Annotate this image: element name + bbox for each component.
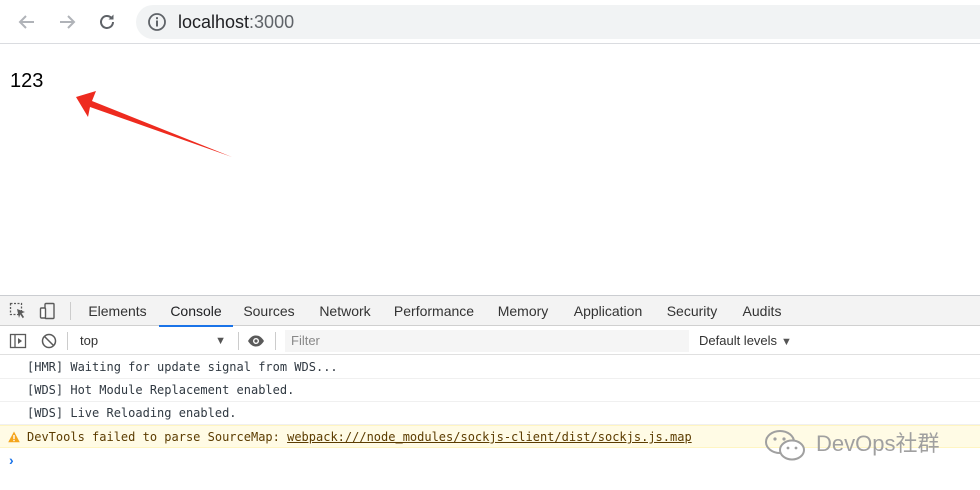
filterbar-divider [238, 332, 239, 350]
log-levels-select[interactable]: Default levels ▼ [699, 330, 792, 352]
dropdown-caret-icon: ▼ [781, 336, 792, 348]
watermark-text: DevOps社群 [816, 431, 940, 456]
console-message: [WDS] Live Reloading enabled. [0, 402, 980, 425]
context-select[interactable]: top ▼ [72, 330, 232, 352]
clear-console-icon[interactable] [40, 332, 58, 350]
device-toolbar-icon[interactable] [39, 302, 57, 320]
prompt-chevron-icon: › [9, 452, 14, 468]
page-viewport: 123 [0, 45, 980, 295]
filterbar-divider [275, 332, 276, 350]
inspect-element-icon[interactable] [9, 302, 27, 320]
context-value: top [80, 333, 99, 348]
back-button[interactable] [14, 9, 40, 35]
tab-application[interactable]: Application [566, 296, 650, 326]
arrow-left-icon [18, 15, 34, 29]
dropdown-caret-icon: ▼ [215, 335, 226, 347]
log-levels-value: Default levels [699, 333, 778, 348]
reload-button[interactable] [94, 9, 120, 35]
address-bar[interactable]: localhost:3000 [136, 5, 980, 39]
url-text[interactable]: localhost:3000 [178, 11, 294, 33]
console-filterbar: top ▼ Filter Default levels ▼ [0, 327, 980, 355]
toolbar-divider [70, 302, 71, 320]
console-message: [WDS] Hot Module Replacement enabled. [0, 379, 980, 402]
sourcemap-link[interactable]: webpack:///node_modules/sockjs-client/di… [287, 430, 692, 444]
eye-icon[interactable] [247, 332, 265, 350]
console-message: [HMR] Waiting for update signal from WDS… [0, 356, 980, 379]
tab-network[interactable]: Network [307, 296, 383, 326]
devtools-panel: Elements Console Sources Network Perform… [0, 295, 980, 490]
url-host: localhost [178, 12, 250, 32]
info-icon[interactable] [147, 12, 167, 32]
filter-input[interactable]: Filter [285, 330, 689, 352]
annotation-arrow [76, 91, 232, 157]
arrow-right-icon [60, 15, 76, 29]
sidebar-toggle-icon[interactable] [9, 332, 27, 350]
devtools-tabbar: Elements Console Sources Network Perform… [0, 296, 980, 327]
url-port: :3000 [249, 12, 295, 32]
tab-console[interactable]: Console [159, 296, 233, 327]
reload-icon [100, 14, 114, 29]
browser-toolbar: localhost:3000 [0, 0, 980, 44]
tab-security[interactable]: Security [660, 296, 724, 326]
wechat-logo-icon [765, 430, 805, 461]
forward-button[interactable] [54, 9, 80, 35]
warning-icon [8, 431, 20, 443]
filterbar-divider [67, 332, 68, 350]
tab-performance[interactable]: Performance [389, 296, 479, 326]
tab-sources[interactable]: Sources [237, 296, 301, 326]
tab-memory[interactable]: Memory [489, 296, 557, 326]
tab-audits[interactable]: Audits [734, 296, 790, 326]
warning-text: DevTools failed to parse SourceMap: [27, 430, 288, 444]
tab-elements[interactable]: Elements [80, 296, 155, 326]
